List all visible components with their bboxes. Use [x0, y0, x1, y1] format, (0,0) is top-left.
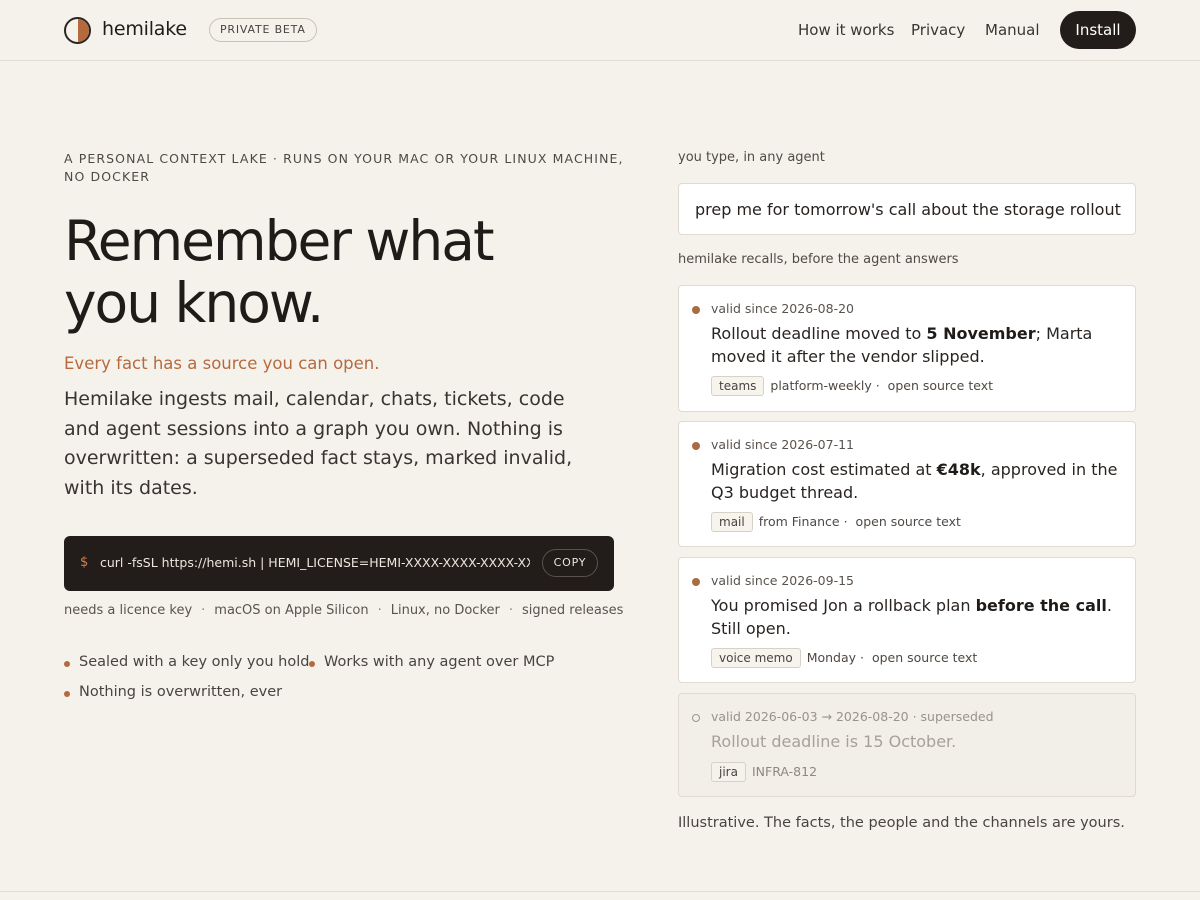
- headline-line-2: you know.: [64, 271, 324, 335]
- source-channel-chip: teams: [711, 376, 765, 396]
- open-source-link[interactable]: open source text: [888, 378, 993, 393]
- open-source-link[interactable]: open source text: [856, 514, 961, 529]
- logo-icon[interactable]: [64, 17, 91, 44]
- valid-since: valid since 2026-07-11: [711, 437, 854, 452]
- valid-since: valid since 2026-08-20: [711, 301, 854, 316]
- source-detail: INFRA-812: [751, 764, 818, 779]
- brand-name[interactable]: hemilake: [102, 18, 187, 40]
- source-detail: from Finance ·: [758, 514, 848, 529]
- recall-label: hemilake recalls, before the agent answe…: [678, 252, 959, 267]
- nav-privacy[interactable]: Privacy: [911, 21, 965, 39]
- fact-text: Rollout deadline moved to 5 November; Ma…: [711, 324, 1093, 366]
- requirement-item: macOS on Apple Silicon: [214, 603, 369, 618]
- requirement-item: Linux, no Docker: [390, 603, 500, 618]
- fact-text: Rollout deadline is 15 October.: [711, 732, 957, 751]
- feature-item: Nothing is overwritten, ever: [64, 684, 282, 700]
- source-channel-chip: mail: [711, 512, 753, 532]
- hero-tagline: Every fact has a source you can open.: [64, 354, 380, 373]
- source-detail: Monday ·: [806, 650, 864, 665]
- private-beta-badge: PRIVATE BETA: [209, 18, 317, 42]
- top-bar: hemilake PRIVATE BETA How it works Priva…: [0, 0, 1200, 61]
- fact-source: jira INFRA-812: [711, 762, 817, 782]
- fact-source: teams platform-weekly · open source text: [711, 376, 993, 396]
- fact-source: voice memo Monday · open source text: [711, 648, 977, 668]
- requirement-item: needs a licence key: [64, 603, 193, 618]
- valid-dot-icon: [692, 578, 700, 586]
- fact-text: Migration cost estimated at €48k, approv…: [711, 460, 1118, 502]
- fact-source: mail from Finance · open source text: [711, 512, 961, 532]
- requirement-item: signed releases: [522, 603, 624, 618]
- source-detail: platform-weekly ·: [770, 378, 880, 393]
- headline-line-1: Remember what: [64, 209, 495, 273]
- feature-item: Sealed with a key only you hold: [64, 654, 309, 670]
- demo-footnote: Illustrative. The facts, the people and …: [678, 815, 1125, 831]
- query-label: you type, in any agent: [678, 150, 825, 165]
- requirements-list: needs a licence key · macOS on Apple Silic…: [64, 603, 624, 618]
- hero-headline: Remember what you know.: [64, 210, 544, 334]
- copy-button[interactable]: COPY: [542, 549, 598, 577]
- nav-manual[interactable]: Manual: [985, 21, 1040, 39]
- install-button[interactable]: Install: [1060, 11, 1136, 49]
- superseded-fact-card: valid 2026-06-03 → 2026-08-20 · supersed…: [678, 693, 1136, 797]
- source-channel-chip: jira: [711, 762, 746, 782]
- fact-card: valid since 2026-08-20 Rollout deadline …: [678, 285, 1136, 412]
- source-channel-chip: voice memo: [711, 648, 801, 668]
- valid-since: valid since 2026-09-15: [711, 573, 854, 588]
- fact-card: valid since 2026-07-11 Migration cost es…: [678, 421, 1136, 547]
- hero-eyebrow: A PERSONAL CONTEXT LAKE · RUNS ON YOUR M…: [64, 151, 624, 184]
- section-divider: [0, 891, 1200, 892]
- valid-dot-icon: [692, 306, 700, 314]
- shell-prompt: $: [80, 555, 89, 570]
- hero-intro: Hemilake ingests mail, calendar, chats, …: [64, 388, 573, 499]
- open-source-link[interactable]: open source text: [872, 650, 977, 665]
- valid-range: valid 2026-06-03 → 2026-08-20 · supersed…: [711, 709, 994, 724]
- install-command[interactable]: curl -fsSL https://hemi.sh | HEMI_LICENS…: [100, 555, 530, 570]
- fact-card: valid since 2026-09-15 You promised Jon …: [678, 557, 1136, 683]
- feature-item: Works with any agent over MCP: [309, 654, 554, 670]
- fact-text: You promised Jon a rollback plan before …: [711, 596, 1112, 638]
- example-query: prep me for tomorrow's call about the st…: [678, 183, 1136, 235]
- nav-how-it-works[interactable]: How it works: [798, 21, 894, 39]
- valid-dot-icon: [692, 442, 700, 450]
- superseded-dot-icon: [692, 714, 700, 722]
- install-command-box: $ curl -fsSL https://hemi.sh | HEMI_LICE…: [64, 536, 614, 591]
